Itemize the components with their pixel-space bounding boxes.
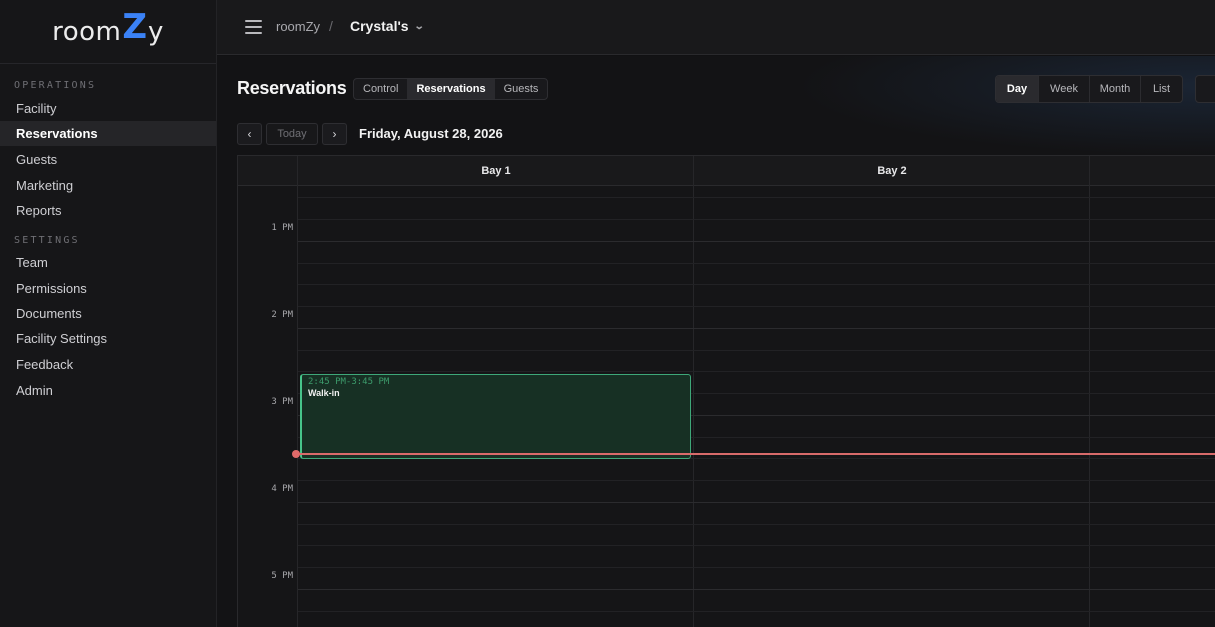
sidebar-item-marketing[interactable]: Marketing	[0, 173, 216, 198]
view-switcher: Day Week Month List	[995, 75, 1183, 103]
toolbar-overflow-button[interactable]	[1195, 75, 1215, 103]
sidebar-item-guests[interactable]: Guests	[0, 147, 216, 172]
grid-line	[298, 611, 1215, 612]
sidebar-item-reports[interactable]: Reports	[0, 198, 216, 223]
today-button[interactable]: Today	[266, 123, 318, 145]
top-bar: roomZy / Crystal's ⌄	[217, 0, 1215, 55]
time-label-3pm: 3 PM	[271, 397, 293, 407]
view-day-button[interactable]: Day	[996, 76, 1038, 102]
operations-section-title: OPERATIONS	[14, 80, 97, 91]
facility-name: Crystal's	[350, 18, 409, 34]
sidebar-item-reservations[interactable]: Reservations	[0, 121, 216, 146]
sidebar-item-facility-settings[interactable]: Facility Settings	[0, 326, 216, 351]
section-tabs: Control Reservations Guests	[353, 78, 549, 100]
logo-prefix: room	[52, 16, 122, 47]
sidebar: room Zy OPERATIONS Facility Reservations …	[0, 0, 217, 627]
column-header-bay-1: Bay 1	[481, 165, 511, 177]
logo-suffix: y	[148, 16, 164, 47]
view-week-button[interactable]: Week	[1038, 76, 1089, 102]
hour-line	[298, 328, 1215, 329]
settings-section-title: SETTINGS	[14, 235, 80, 246]
event-title: Walk-in	[308, 388, 340, 398]
tab-control[interactable]: Control	[354, 79, 407, 99]
column-header-bay-2: Bay 2	[877, 165, 907, 177]
sidebar-item-permissions[interactable]: Permissions	[0, 276, 216, 301]
sidebar-item-admin[interactable]: Admin	[0, 378, 216, 403]
main-content: Reservations Control Reservations Guests…	[217, 56, 1215, 627]
calendar-header: Bay 1 Bay 2	[238, 156, 1215, 186]
grid-line	[298, 263, 1215, 264]
logo-mark: Z	[122, 6, 148, 47]
time-label-1pm: 1 PM	[271, 223, 293, 233]
breadcrumb-separator: /	[329, 18, 333, 34]
current-time-line	[296, 453, 1215, 455]
grid-line	[298, 567, 1215, 568]
tab-guests[interactable]: Guests	[495, 79, 548, 99]
hour-line	[298, 589, 1215, 590]
grid-line	[298, 284, 1215, 285]
current-date: Friday, August 28, 2026	[359, 126, 503, 141]
event-time: 2:45 PM-3:45 PM	[308, 377, 390, 387]
hour-line	[298, 241, 1215, 242]
prev-day-button[interactable]: ‹	[237, 123, 262, 145]
breadcrumb-app[interactable]: roomZy	[276, 19, 320, 34]
view-month-button[interactable]: Month	[1089, 76, 1140, 102]
view-list-button[interactable]: List	[1140, 76, 1182, 102]
grid-line	[298, 371, 1215, 372]
hamburger-menu-icon[interactable]	[245, 20, 262, 34]
sidebar-item-documents[interactable]: Documents	[0, 301, 216, 326]
header-glow	[795, 56, 1215, 156]
grid-line	[298, 350, 1215, 351]
grid-line	[298, 197, 1215, 198]
next-day-button[interactable]: ›	[322, 123, 347, 145]
grid-line	[298, 480, 1215, 481]
grid-line	[298, 545, 1215, 546]
time-gutter-divider	[297, 156, 298, 627]
time-label-4pm: 4 PM	[271, 484, 293, 494]
sidebar-item-feedback[interactable]: Feedback	[0, 352, 216, 377]
time-label-5pm: 5 PM	[271, 571, 293, 581]
grid-line	[298, 306, 1215, 307]
sidebar-item-facility[interactable]: Facility	[0, 96, 216, 121]
column-divider	[693, 156, 694, 627]
grid-line	[298, 524, 1215, 525]
sidebar-item-team[interactable]: Team	[0, 250, 216, 275]
reservation-event[interactable]: 2:45 PM-3:45 PM Walk-in	[300, 374, 691, 459]
day-calendar: Bay 1 Bay 2 1 PM 2 PM 3 PM 4 PM 5 PM 2:4…	[237, 155, 1215, 627]
page-title: Reservations	[237, 78, 347, 98]
chevron-down-icon: ⌄	[413, 20, 425, 32]
current-time-dot	[292, 450, 300, 458]
column-divider	[1089, 156, 1090, 627]
tab-reservations[interactable]: Reservations	[407, 79, 495, 99]
facility-switcher[interactable]: Crystal's ⌄	[350, 18, 425, 34]
grid-line	[298, 219, 1215, 220]
logo[interactable]: room Zy	[0, 0, 216, 64]
time-label-2pm: 2 PM	[271, 310, 293, 320]
hour-line	[298, 502, 1215, 503]
